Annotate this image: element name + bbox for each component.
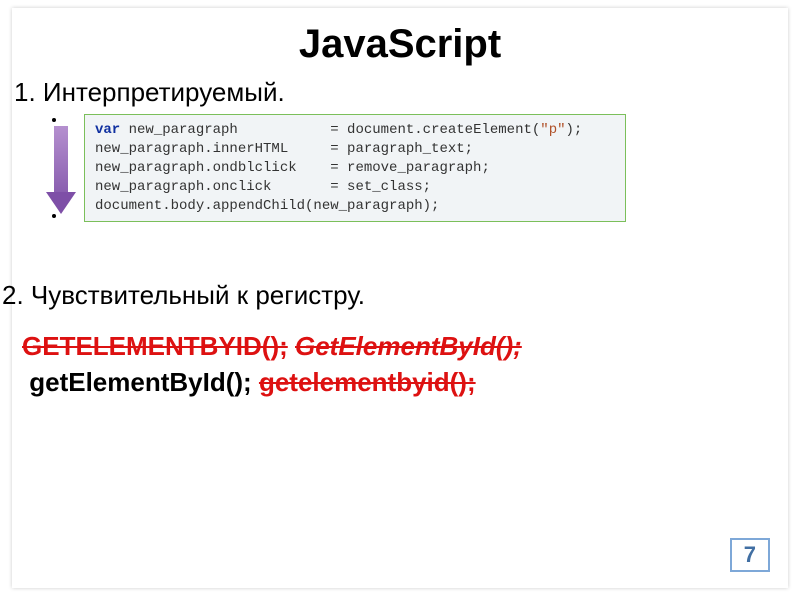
arrow-down-icon: [46, 126, 76, 214]
wrong-example: GETELEMENTBYID();: [22, 331, 288, 361]
case-examples: GETELEMENTBYID(); GetElementById(); getE…: [22, 329, 788, 399]
slide: JavaScript 1. Интерпретируемый. var new_…: [12, 8, 788, 588]
code-snippet: var new_paragraph = document.createEleme…: [84, 114, 626, 222]
code-text: new_paragraph = document.createElement(: [120, 122, 540, 138]
wrong-example: getelementbyid();: [259, 367, 476, 397]
slide-title: JavaScript: [12, 22, 788, 67]
bullet-2: 2. Чувствительный к регистру.: [2, 280, 788, 311]
code-line: new_paragraph.onclick = set_class;: [95, 179, 431, 195]
dot-icon: [52, 214, 56, 218]
wrong-example: GetElementById();: [295, 331, 522, 361]
code-area: var new_paragraph = document.createEleme…: [52, 114, 788, 222]
code-line: new_paragraph.innerHTML = paragraph_text…: [95, 141, 473, 157]
code-line: new_paragraph.ondblclick = remove_paragr…: [95, 160, 490, 176]
code-text: );: [566, 122, 583, 138]
code-string: "p": [540, 122, 565, 138]
correct-example: getElementById();: [29, 367, 251, 397]
dot-icon: [52, 118, 56, 122]
code-keyword: var: [95, 122, 120, 138]
code-line: document.body.appendChild(new_paragraph)…: [95, 198, 439, 214]
bullet-1: 1. Интерпретируемый.: [14, 77, 788, 108]
page-number: 7: [730, 538, 770, 572]
